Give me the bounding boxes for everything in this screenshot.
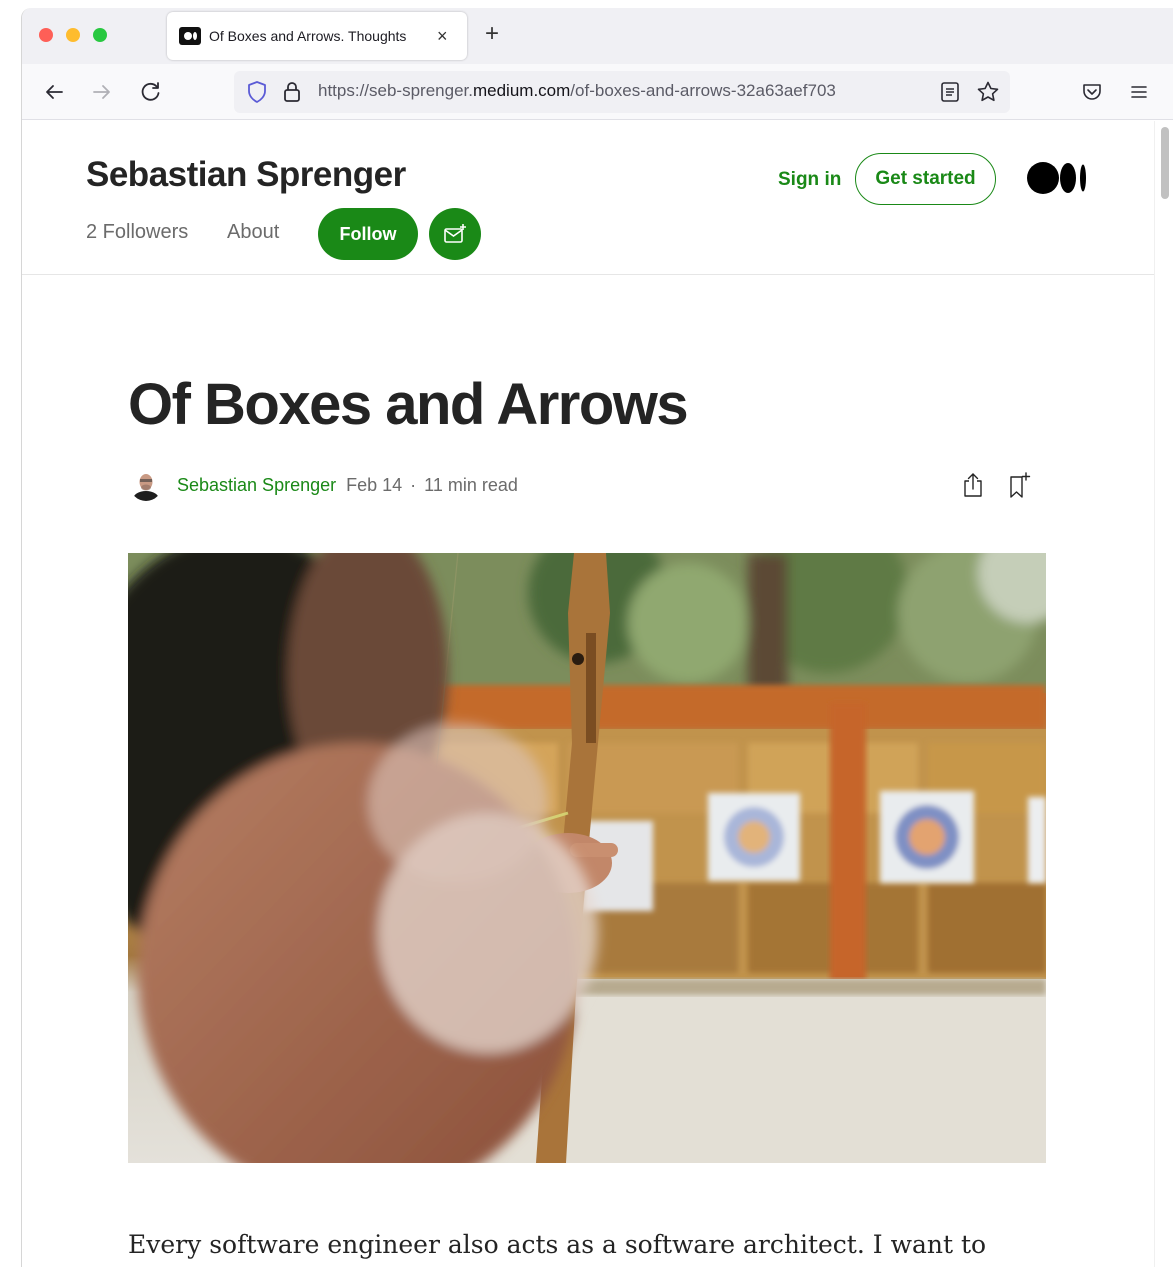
blog-author-name[interactable]: Sebastian Sprenger (86, 155, 406, 195)
publish-date: Feb 14 (346, 474, 403, 495)
site-header: Sebastian Sprenger 2 Followers About Fol… (22, 121, 1155, 275)
medium-logo-icon[interactable] (1027, 161, 1089, 200)
sign-in-link[interactable]: Sign in (778, 169, 841, 191)
browser-window: Of Boxes and Arrows. Thoughts × + https:… (21, 8, 1173, 1267)
reader-view-icon[interactable] (940, 81, 960, 108)
save-bookmark-icon[interactable] (1006, 471, 1032, 504)
url-text[interactable]: https://seb-sprenger.medium.com/of-boxes… (318, 81, 938, 101)
maximize-window-button[interactable] (93, 28, 107, 42)
read-time: 11 min read (424, 474, 518, 495)
article-body-paragraph: Every software engineer also acts as a s… (128, 1230, 987, 1259)
url-bar[interactable]: https://seb-sprenger.medium.com/of-boxes… (234, 71, 1010, 113)
article-title: Of Boxes and Arrows (128, 372, 689, 437)
byline-author-link[interactable]: Sebastian Sprenger (177, 475, 336, 496)
url-path: /of-boxes-and-arrows-32a63aef703 (570, 81, 836, 100)
tab-active[interactable]: Of Boxes and Arrows. Thoughts × (167, 12, 467, 60)
pocket-icon[interactable] (1078, 78, 1106, 106)
lock-icon[interactable] (282, 81, 302, 108)
about-link[interactable]: About (227, 221, 279, 244)
tab-strip: Of Boxes and Arrows. Thoughts × + (22, 8, 1173, 64)
reload-icon[interactable] (137, 78, 165, 106)
medium-favicon-icon (179, 27, 201, 45)
page-content: Sebastian Sprenger 2 Followers About Fol… (22, 121, 1155, 1267)
get-started-button[interactable]: Get started (855, 153, 996, 205)
url-prefix: https://seb-sprenger. (318, 81, 473, 100)
tab-title: Of Boxes and Arrows. Thoughts (209, 28, 407, 44)
navigation-bar: https://seb-sprenger.medium.com/of-boxes… (22, 64, 1173, 120)
back-icon[interactable] (40, 78, 68, 106)
byline-separator: · (410, 474, 417, 495)
followers-link[interactable]: 2 Followers (86, 221, 188, 244)
page-scrollbar[interactable] (1154, 121, 1173, 1267)
share-icon[interactable] (960, 471, 986, 504)
article-byline: Sebastian Sprenger Feb 14 · 11 min read (130, 467, 1050, 503)
forward-icon[interactable] (88, 78, 116, 106)
tab-close-icon[interactable]: × (437, 27, 448, 45)
hero-image (128, 553, 1046, 1163)
avatar[interactable] (130, 469, 162, 501)
close-window-button[interactable] (39, 28, 53, 42)
shield-icon[interactable] (246, 80, 268, 109)
follow-button[interactable]: Follow (318, 208, 418, 260)
subscribe-email-icon (444, 224, 466, 243)
subscribe-email-button[interactable] (429, 208, 481, 260)
scrollbar-thumb[interactable] (1161, 127, 1169, 199)
minimize-window-button[interactable] (66, 28, 80, 42)
url-domain: medium.com (472, 81, 571, 100)
new-tab-button[interactable]: + (485, 22, 499, 46)
menu-icon[interactable] (1125, 78, 1153, 106)
bookmark-star-icon[interactable] (976, 80, 1000, 109)
